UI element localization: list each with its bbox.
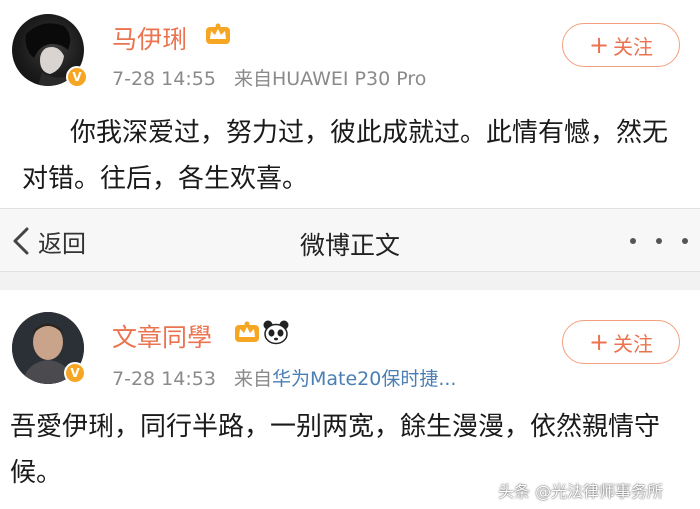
post-meta: 7-28 14:55 来自HUAWEI P30 Pro bbox=[112, 64, 426, 91]
plus-icon: + bbox=[588, 31, 610, 59]
username[interactable]: 马伊琍 bbox=[112, 20, 187, 56]
watermark: 头条 @光法律师事务所 bbox=[498, 482, 664, 501]
more-dot-icon bbox=[630, 238, 636, 244]
username[interactable]: 文章同學 bbox=[112, 318, 212, 354]
verified-badge-icon: V bbox=[64, 362, 86, 384]
follow-button[interactable]: + 关注 bbox=[562, 320, 680, 364]
post-time: 7-28 14:53 bbox=[112, 368, 216, 390]
verified-badge-icon: V bbox=[66, 66, 88, 88]
follow-button[interactable]: + 关注 bbox=[562, 23, 680, 67]
vip-crown-icon bbox=[235, 321, 259, 342]
post-source-prefix: 来自 bbox=[233, 368, 272, 390]
plus-icon: + bbox=[588, 328, 610, 356]
follow-label: 关注 bbox=[613, 34, 654, 59]
post-meta: 7-28 14:53 来自华为Mate20保时捷... bbox=[112, 364, 456, 391]
panda-icon bbox=[263, 320, 289, 345]
post-source: 来自HUAWEI P30 Pro bbox=[233, 68, 427, 90]
more-dot-icon bbox=[682, 238, 688, 244]
post-content: 你我深爱过，努力过，彼此成就过。此情有憾，然无对错。往后，各生欢喜。 bbox=[22, 118, 669, 194]
more-button[interactable] bbox=[630, 231, 688, 251]
detail-navbar: 返回 微博正文 bbox=[0, 208, 700, 272]
section-divider bbox=[0, 272, 700, 290]
vip-crown-icon bbox=[206, 23, 230, 44]
weibo-post-wenzhang: V 文章同學 7-28 14:53 来自华为Mate20保时捷... + 关注 … bbox=[0, 290, 700, 509]
page-title: 微博正文 bbox=[299, 231, 400, 260]
post-source-link[interactable]: 华为Mate20保时捷... bbox=[272, 368, 456, 390]
weibo-post-mayili: V 马伊琍 7-28 14:55 来自HUAWEI P30 Pro + 关注 你… bbox=[0, 0, 700, 208]
post-time: 7-28 14:55 bbox=[112, 68, 216, 90]
follow-label: 关注 bbox=[613, 331, 654, 356]
more-dot-icon bbox=[656, 238, 662, 244]
